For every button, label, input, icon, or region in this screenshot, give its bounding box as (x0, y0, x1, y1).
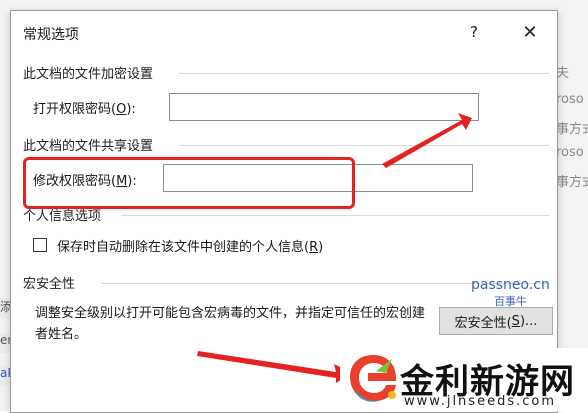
background-text: roso (556, 92, 584, 107)
watermark-brand: 百事牛 (493, 295, 527, 308)
macro-security-button[interactable]: 宏安全性(S)... (439, 307, 553, 335)
dialog-title: 常规选项 (23, 27, 79, 43)
background-text: roso (556, 145, 584, 160)
section-divider (121, 215, 549, 216)
macro-section-heading: 宏安全性 (23, 277, 76, 292)
section-divider (179, 73, 549, 74)
logo-swirl-icon (350, 355, 397, 402)
background-text: 事方式 (556, 122, 588, 137)
macro-description: 调整安全级别以打开可能包含宏病毒的文件，并指定可信任的宏创建者姓名。 (35, 306, 426, 342)
remove-personal-info-label: 保存时自动删除在该文件中创建的个人信息(R) (57, 240, 324, 255)
logo-url-text: www.jlnseeds.com (404, 394, 556, 409)
help-button[interactable]: ? (460, 19, 488, 45)
site-logo: 金利新游网 www.jlnseeds.com (340, 348, 588, 411)
background-text: 事方式 (556, 175, 588, 190)
annotation-highlight-box (23, 157, 355, 209)
open-password-label: 打开权限密码(O): (33, 102, 136, 117)
watermark-domain: passneo.cn (471, 277, 550, 293)
sharing-section-heading: 此文档的文件共享设置 (23, 139, 154, 154)
close-button[interactable]: ✕ (516, 19, 544, 45)
watermark: passneo.cn 百事牛 (471, 277, 550, 309)
section-divider (179, 145, 549, 146)
open-password-field[interactable] (169, 93, 479, 121)
encryption-section-heading: 此文档的文件加密设置 (23, 67, 154, 82)
remove-personal-info-checkbox[interactable] (33, 238, 47, 252)
